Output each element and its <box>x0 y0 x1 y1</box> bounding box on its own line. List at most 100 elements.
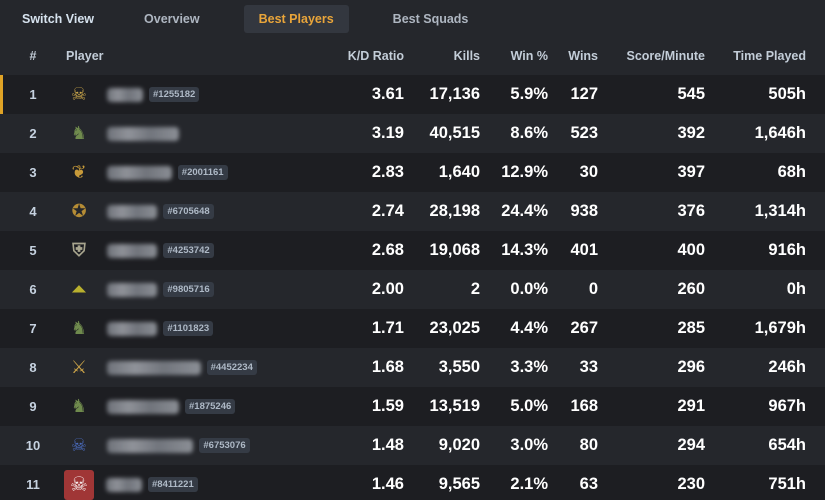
player-name[interactable]: ██████████ <box>107 399 179 414</box>
player-cell[interactable]: ☠ █████ #8411221 <box>64 465 336 500</box>
player-cell[interactable]: ♞ ██████████ #1875246 <box>66 387 336 426</box>
table-row[interactable]: 7 ♞ ███████ #1101823 1.71 23,025 4.4% 267 285 1,6… <box>0 309 825 348</box>
table-row[interactable]: 2 ♞ ██████████ 3.19 40,515 8.6% 523 392 1,646h <box>0 114 825 153</box>
kd-ratio-cell: 1.59 <box>371 397 404 415</box>
win-percent-cell: 2.1% <box>510 475 548 493</box>
player-name[interactable]: ████████████ <box>107 438 194 453</box>
kd-ratio-cell: 3.19 <box>371 124 404 142</box>
player-cell[interactable]: ⛨ ███████ #4253742 <box>66 231 336 270</box>
row-spacer <box>806 426 825 465</box>
player-tag-badge: #6705648 <box>163 204 214 219</box>
header-spacer <box>806 37 825 75</box>
table-row[interactable]: 8 ⚔ █████████████ #4452234 1.68 3,550 3.3% 33 29… <box>0 348 825 387</box>
win-percent-cell: 5.0% <box>510 397 548 415</box>
time-played-cell: 1,646h <box>754 124 806 142</box>
player-name[interactable]: ███████ <box>107 321 158 336</box>
win-percent-cell: 5.9% <box>510 85 548 103</box>
player-name[interactable]: █████████████ <box>107 360 201 375</box>
score-per-minute-cell: 400 <box>677 241 705 259</box>
table-row[interactable]: 5 ⛨ ███████ #4253742 2.68 19,068 14.3% 401 400 91… <box>0 231 825 270</box>
armored-helmet-emblem-icon: ⛨ <box>72 240 86 260</box>
header-rank[interactable]: # <box>0 37 66 75</box>
tab-overview[interactable]: Overview <box>130 5 214 33</box>
rank-cell: 6 <box>29 282 37 297</box>
header-wins[interactable]: Wins <box>548 37 598 75</box>
row-spacer <box>806 465 825 500</box>
leaderboard-table: # Player K/D Ratio Kills Win % Wins Scor… <box>0 37 825 500</box>
player-name[interactable]: █████ <box>106 477 142 492</box>
player-tag-badge: #8411221 <box>148 477 198 492</box>
score-per-minute-cell: 291 <box>677 397 705 415</box>
kd-ratio-cell: 2.00 <box>371 280 404 298</box>
table-row[interactable]: 9 ♞ ██████████ #1875246 1.59 13,519 5.0% 168 291… <box>0 387 825 426</box>
laurel-skull-emblem-icon: ❦ <box>71 162 87 182</box>
kd-ratio-cell: 1.68 <box>371 358 404 376</box>
rank-cell: 11 <box>26 477 40 492</box>
wins-cell: 523 <box>570 124 598 142</box>
table-row[interactable]: 3 ❦ █████████ #2001161 2.83 1,640 12.9% 30 397 68… <box>0 153 825 192</box>
header-score-per-minute[interactable]: Score/Minute <box>598 37 706 75</box>
player-name[interactable]: ██████████ <box>107 126 179 141</box>
row-spacer <box>806 192 825 231</box>
player-cell[interactable]: ✪ ███████ #6705648 <box>66 192 336 231</box>
player-cell[interactable]: ⚔ █████████████ #4452234 <box>66 348 336 387</box>
table-row[interactable]: 6 ⏶ ███████ #9805716 2.00 2 0.0% 0 260 0h <box>0 270 825 309</box>
score-per-minute-cell: 376 <box>677 202 705 220</box>
time-played-cell: 751h <box>768 475 806 493</box>
player-cell[interactable]: ⏶ ███████ #9805716 <box>66 270 336 309</box>
table-row[interactable]: 11 ☠ █████ #8411221 1.46 9,565 2.1% 63 230 751h <box>0 465 825 500</box>
table-row[interactable]: 10 ☠ ████████████ #6753076 1.48 9,020 3.0% 80 29… <box>0 426 825 465</box>
wins-cell: 80 <box>579 436 598 454</box>
green-helmet-emblem-icon: ♞ <box>70 123 88 143</box>
wins-cell: 168 <box>570 397 598 415</box>
win-percent-cell: 24.4% <box>501 202 548 220</box>
kd-ratio-cell: 2.68 <box>371 241 404 259</box>
player-name[interactable]: ███████ <box>107 243 158 258</box>
score-per-minute-cell: 285 <box>677 319 705 337</box>
player-cell[interactable]: ☠ ████████████ #6753076 <box>66 426 336 465</box>
rank-cell: 7 <box>29 321 37 336</box>
sergeant-chevron-icon: ⏶ <box>71 279 87 299</box>
player-cell[interactable]: ❦ █████████ #2001161 <box>66 153 336 192</box>
rank-cell: 5 <box>29 243 37 258</box>
player-tag-badge: #9805716 <box>163 282 214 297</box>
table-row[interactable]: 1☠ █████ #1255182 3.61 17,136 5.9% 127 545 505h <box>0 75 825 114</box>
header-kills[interactable]: Kills <box>404 37 480 75</box>
win-percent-cell: 0.0% <box>510 280 548 298</box>
score-per-minute-cell: 545 <box>677 85 705 103</box>
kills-cell: 40,515 <box>429 124 480 142</box>
player-cell[interactable]: ♞ ██████████ <box>66 114 336 153</box>
kd-ratio-cell: 1.46 <box>371 475 404 493</box>
crossed-swords-skull-icon: ⚔ <box>70 357 88 377</box>
tab-best-players[interactable]: Best Players <box>243 4 349 33</box>
score-per-minute-cell: 392 <box>677 124 705 142</box>
header-kd-ratio[interactable]: K/D Ratio <box>336 37 404 75</box>
blue-cobra-skull-icon: ☠ <box>70 435 88 455</box>
player-name[interactable]: █████████ <box>107 165 172 180</box>
kills-cell: 9,565 <box>438 475 480 493</box>
win-percent-cell: 3.3% <box>510 358 548 376</box>
switch-view-label[interactable]: Switch View <box>22 5 108 33</box>
kd-ratio-cell: 2.83 <box>371 163 404 181</box>
kills-cell: 9,020 <box>438 436 480 454</box>
player-name[interactable]: ███████ <box>107 204 158 219</box>
player-tag-badge: #1255182 <box>149 87 200 102</box>
time-played-cell: 246h <box>768 358 806 376</box>
header-time-played[interactable]: Time Played <box>705 37 806 75</box>
player-name[interactable]: █████ <box>107 87 143 102</box>
kills-cell: 28,198 <box>429 202 480 220</box>
player-cell[interactable]: ☠ █████ #1255182 <box>66 75 336 114</box>
header-win-percent[interactable]: Win % <box>480 37 548 75</box>
header-player[interactable]: Player <box>66 37 336 75</box>
player-cell[interactable]: ♞ ███████ #1101823 <box>66 309 336 348</box>
kd-ratio-cell: 2.74 <box>371 202 404 220</box>
green-helmet-emblem-icon: ♞ <box>70 318 88 338</box>
table-row[interactable]: 4 ✪ ███████ #6705648 2.74 28,198 24.4% 938 376 1,… <box>0 192 825 231</box>
wins-cell: 33 <box>579 358 598 376</box>
rank-cell: 9 <box>29 399 37 414</box>
tab-best-squads[interactable]: Best Squads <box>379 5 483 33</box>
win-percent-cell: 12.9% <box>501 163 548 181</box>
player-name[interactable]: ███████ <box>107 282 158 297</box>
kills-cell: 17,136 <box>429 85 480 103</box>
score-per-minute-cell: 397 <box>677 163 705 181</box>
